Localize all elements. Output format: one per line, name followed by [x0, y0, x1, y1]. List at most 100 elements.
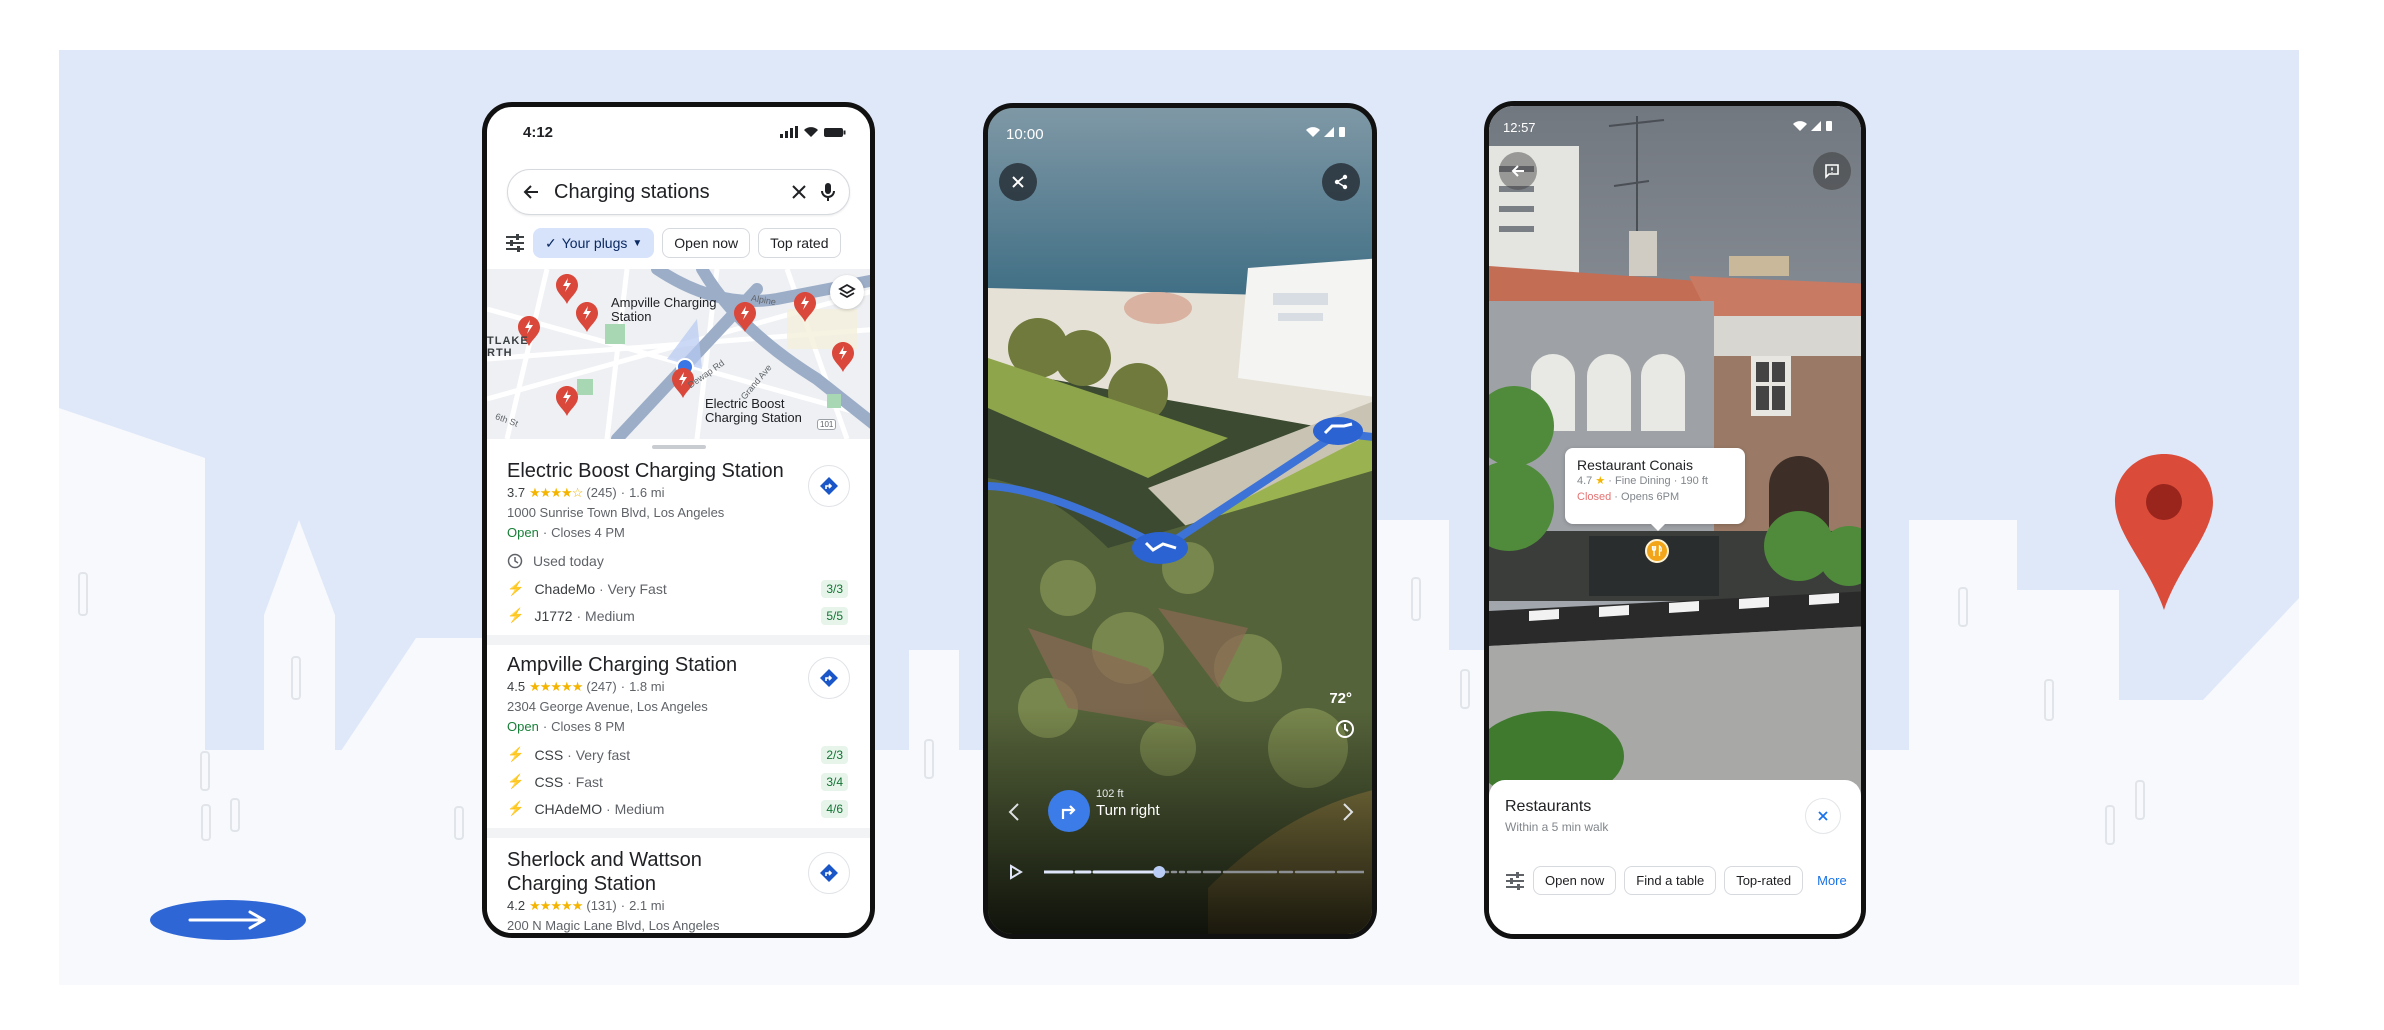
chip-label: Open now: [1545, 873, 1605, 888]
result-item[interactable]: Sherlock and Wattson Charging Station 4.…: [487, 828, 870, 933]
result-rating-row: 4.2 ★★★★★ (131) · 2.1 mi: [507, 896, 848, 916]
charging-station-pin-icon[interactable]: [575, 301, 599, 333]
plug-speed: Very fast: [575, 746, 631, 763]
open-status: Open: [507, 719, 539, 734]
play-icon[interactable]: [1008, 864, 1024, 880]
wifi-signal-battery-icon: [1306, 127, 1345, 137]
microphone-icon[interactable]: [821, 182, 835, 202]
plug-speed: Medium: [585, 607, 635, 624]
previous-step-chevron-icon[interactable]: [1008, 802, 1020, 822]
directions-button[interactable]: [808, 852, 850, 894]
phone-immersive-route: 10:00 72° 102 ft Turn right: [983, 103, 1377, 939]
feedback-button[interactable]: [1813, 152, 1851, 190]
distance: 1.6 mi: [629, 485, 665, 500]
status-bar: 4:12: [487, 107, 870, 157]
plug-availability: 5/5: [821, 606, 848, 625]
arrow-right-icon: [188, 910, 266, 930]
battery-icon: [824, 127, 846, 137]
directions-button[interactable]: [808, 657, 850, 699]
result-address: 200 N Magic Lane Blvd, Los Angeles: [507, 918, 720, 933]
turn-right-icon: [1061, 805, 1076, 819]
directions-icon: [820, 864, 838, 882]
place-hours: Closed · Opens 6PM: [1577, 491, 1680, 503]
used-label: Used today: [533, 553, 604, 569]
results-list[interactable]: Electric Boost Charging Station 3.7 ★★★★…: [487, 455, 870, 933]
filter-sliders-icon[interactable]: [505, 234, 525, 252]
charging-station-pin-icon[interactable]: [831, 341, 855, 373]
filter-sliders-icon[interactable]: [1505, 871, 1525, 890]
plug-availability: 3/3: [821, 579, 848, 598]
plug-row: ⚡ CHAdeMO · Medium 4/6: [507, 795, 848, 822]
layers-button[interactable]: [830, 275, 864, 309]
result-name[interactable]: Ampville Charging Station: [507, 653, 848, 677]
chip-your-plugs[interactable]: ✓ Your plugs ▼: [533, 228, 655, 258]
result-item[interactable]: Electric Boost Charging Station 3.7 ★★★★…: [487, 455, 870, 635]
step-instruction: Turn right: [1096, 802, 1160, 819]
next-arrow-button[interactable]: [150, 900, 306, 940]
chip-label: Top-rated: [1736, 873, 1792, 888]
map-view[interactable]: Ampville Charging Station Electric Boost…: [487, 269, 870, 439]
time-of-day-button[interactable]: [1334, 718, 1356, 745]
clock-icon: [507, 553, 523, 569]
wifi-icon: [804, 127, 818, 137]
place-distance: 190 ft: [1680, 475, 1708, 487]
next-step-chevron-icon[interactable]: [1342, 802, 1354, 822]
check-icon: ✓: [545, 234, 557, 251]
more-link[interactable]: More: [1817, 873, 1847, 888]
plug-speed: Fast: [575, 773, 603, 790]
route-turn-marker[interactable]: [1132, 532, 1188, 564]
plug-type: CSS: [534, 773, 564, 790]
plug-row: ⚡ ChadeMo · Very Fast 3/3: [507, 575, 848, 602]
distance: 2.1 mi: [629, 898, 665, 913]
status-bar: 10:00: [1006, 126, 1350, 143]
charging-station-pin-icon[interactable]: [793, 291, 817, 323]
filter-chips: ✓ Your plugs ▼ Open now Top rated: [505, 227, 870, 259]
bolt-icon: ⚡: [507, 746, 525, 762]
directions-button[interactable]: [808, 465, 850, 507]
chip-open-now[interactable]: Open now: [662, 228, 751, 258]
chip-top-rated[interactable]: Top rated: [758, 228, 841, 258]
chip-label: Top rated: [770, 235, 829, 251]
search-bar[interactable]: Charging stations: [507, 169, 850, 215]
restaurant-filter-chips: Open now Find a table Top-rated More: [1505, 866, 1861, 895]
sheet-drag-handle[interactable]: [651, 445, 706, 449]
signal-icon: [780, 126, 798, 138]
plug-row: ⚡ CSS · Very fast 2/3: [507, 741, 848, 768]
route-scrubber[interactable]: [1008, 860, 1364, 884]
fork-knife-icon: [1651, 545, 1662, 556]
place-name: Restaurant Conais: [1577, 457, 1693, 473]
star-icon: ★: [1595, 475, 1606, 487]
back-arrow-icon[interactable]: [522, 183, 540, 201]
route-turn-marker[interactable]: [1313, 417, 1363, 445]
place-category: Fine Dining: [1615, 475, 1671, 487]
chip-find-a-table[interactable]: Find a table: [1624, 866, 1717, 895]
back-button[interactable]: [1499, 152, 1537, 190]
share-icon: [1334, 174, 1348, 190]
share-button[interactable]: [1322, 163, 1360, 201]
wifi-signal-battery-icon: [1793, 121, 1832, 131]
place-callout-card[interactable]: Restaurant Conais 4.7 ★ · Fine Dining · …: [1565, 448, 1745, 531]
rating-value: 4.5: [507, 679, 526, 694]
clear-icon[interactable]: [791, 184, 807, 200]
result-rating-row: 3.7 ★★★★☆ (245) · 1.6 mi: [507, 483, 848, 503]
search-input[interactable]: Charging stations: [554, 181, 777, 204]
close-sheet-button[interactable]: [1805, 798, 1841, 834]
restaurant-marker[interactable]: [1645, 539, 1669, 563]
scrubber-track[interactable]: [1044, 860, 1364, 884]
charging-station-pin-icon[interactable]: [733, 301, 757, 333]
place-status: Closed: [1577, 491, 1612, 503]
phone-charging-search: 4:12 Charging stations ✓ Your plugs ▼ Op…: [482, 102, 875, 938]
plug-row: ⚡ J1772 · Medium 5/5: [507, 602, 848, 629]
result-item[interactable]: Ampville Charging Station 4.5 ★★★★★ (247…: [487, 635, 870, 828]
charging-station-pin-icon[interactable]: [555, 385, 579, 417]
scrubber-thumb[interactable]: [1153, 866, 1166, 878]
chip-top-rated[interactable]: Top-rated: [1724, 866, 1804, 895]
result-name[interactable]: Electric Boost Charging Station: [507, 459, 848, 483]
navigation-step: 102 ft Turn right: [988, 784, 1372, 840]
result-name[interactable]: Sherlock and Wattson Charging Station: [507, 848, 848, 896]
close-button[interactable]: [999, 163, 1037, 201]
plug-speed: Very Fast: [607, 580, 667, 597]
chip-open-now[interactable]: Open now: [1533, 866, 1617, 895]
status-bar: 12:57: [1503, 120, 1837, 135]
clock-history-icon: [1336, 720, 1354, 738]
